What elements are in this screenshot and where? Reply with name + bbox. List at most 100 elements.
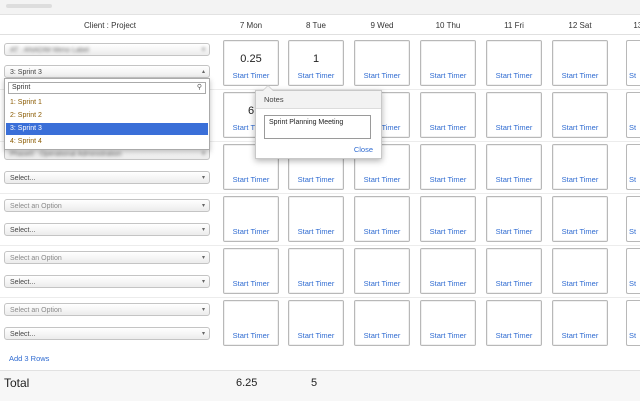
chevron-down-icon: ▾ — [201, 175, 205, 181]
task-select[interactable]: Select... ▾ — [4, 275, 210, 288]
start-timer-link[interactable]: St — [629, 71, 636, 80]
total-tue: 5 — [311, 377, 318, 389]
start-timer-link[interactable]: Start Timer — [224, 71, 278, 80]
sprint-search-input[interactable]: Sprint ⚲ — [8, 82, 206, 94]
time-cell[interactable]: Start Timer — [354, 40, 410, 86]
time-cell[interactable]: 1 Start Timer — [288, 40, 344, 86]
time-cell[interactable]: Start Timer — [354, 248, 410, 294]
task-select[interactable]: 3: Sprint 3 ▴ — [4, 65, 210, 78]
time-cell-sun[interactable]: St — [626, 144, 640, 190]
time-cell[interactable]: Start Timer — [486, 196, 542, 242]
start-timer-link[interactable]: Start Timer — [553, 331, 607, 340]
start-timer-link[interactable]: Start Timer — [355, 71, 409, 80]
start-timer-link[interactable]: Start Timer — [553, 123, 607, 132]
header-divider — [0, 34, 640, 35]
client-project-select[interactable]: Select an Option ▾ — [4, 251, 210, 264]
start-timer-link[interactable]: Start Timer — [421, 71, 475, 80]
start-timer-link[interactable]: Start Timer — [487, 71, 541, 80]
time-cell[interactable]: Start Timer — [223, 248, 279, 294]
start-timer-link[interactable]: Start Timer — [224, 279, 278, 288]
time-cell-sun[interactable]: St — [626, 248, 640, 294]
start-timer-link[interactable]: Start Timer — [421, 279, 475, 288]
time-cell[interactable]: Start Timer — [420, 196, 476, 242]
sprint-option[interactable]: 3: Sprint 3 — [6, 123, 208, 135]
start-timer-link[interactable]: Start Timer — [487, 123, 541, 132]
time-cell[interactable]: Start Timer — [288, 300, 344, 346]
time-cell[interactable]: Start Timer — [354, 196, 410, 242]
time-cell[interactable]: Start Timer — [552, 196, 608, 242]
time-cell-sun[interactable]: St — [626, 92, 640, 138]
start-timer-link[interactable]: St — [629, 175, 636, 184]
time-cell[interactable]: Start Timer — [420, 248, 476, 294]
start-timer-link[interactable]: Start Timer — [487, 227, 541, 236]
row-separator — [0, 297, 640, 298]
client-project-select[interactable]: Select an Option ▾ — [4, 199, 210, 212]
time-cell[interactable]: Start Timer — [486, 300, 542, 346]
chevron-down-icon: ▾ — [201, 47, 205, 53]
start-timer-link[interactable]: Start Timer — [224, 227, 278, 236]
task-value: Select... — [10, 331, 36, 338]
time-cell-sun[interactable]: St — [626, 196, 640, 242]
start-timer-link[interactable]: Start Timer — [421, 175, 475, 184]
start-timer-link[interactable]: Start Timer — [289, 71, 343, 80]
start-timer-link[interactable]: Start Timer — [289, 279, 343, 288]
notes-textarea[interactable]: Sprint Planning Meeting — [264, 115, 371, 139]
start-timer-link[interactable]: Start Timer — [355, 175, 409, 184]
time-cell[interactable]: Start Timer — [223, 196, 279, 242]
chevron-down-icon: ▾ — [201, 255, 205, 261]
time-cell[interactable]: Start Timer — [420, 92, 476, 138]
time-cell-sun[interactable]: St — [626, 40, 640, 86]
day-header: 10 Thu — [435, 21, 461, 30]
start-timer-link[interactable]: St — [629, 279, 636, 288]
time-cell[interactable]: Start Timer — [288, 248, 344, 294]
task-select[interactable]: Select... ▾ — [4, 327, 210, 340]
start-timer-link[interactable]: Start Timer — [553, 175, 607, 184]
start-timer-link[interactable]: St — [629, 123, 636, 132]
time-cell[interactable]: Start Timer — [486, 144, 542, 190]
start-timer-link[interactable]: Start Timer — [421, 227, 475, 236]
add-rows-link[interactable]: Add 3 Rows — [9, 354, 49, 363]
start-timer-link[interactable]: Start Timer — [289, 175, 343, 184]
start-timer-link[interactable]: Start Timer — [553, 227, 607, 236]
start-timer-link[interactable]: Start Timer — [355, 279, 409, 288]
notes-close-link[interactable]: Close — [354, 145, 373, 154]
client-project-select[interactable]: Select an Option ▾ — [4, 303, 210, 316]
sprint-option[interactable]: 1: Sprint 1 — [6, 97, 208, 109]
client-project-select[interactable]: AT : ANADIM Mimo Label ▾ — [4, 43, 210, 56]
start-timer-link[interactable]: Start Timer — [355, 227, 409, 236]
time-cell[interactable]: Start Timer — [420, 300, 476, 346]
sprint-option[interactable]: 4: Sprint 4 — [6, 136, 208, 148]
start-timer-link[interactable]: Start Timer — [421, 123, 475, 132]
task-select[interactable]: Select... ▾ — [4, 171, 210, 184]
time-cell[interactable]: Start Timer — [486, 92, 542, 138]
sprint-option[interactable]: 2: Sprint 2 — [6, 110, 208, 122]
time-cell[interactable]: Start Timer — [552, 300, 608, 346]
start-timer-link[interactable]: Start Timer — [487, 175, 541, 184]
time-cell[interactable]: Start Timer — [552, 248, 608, 294]
start-timer-link[interactable]: Start Timer — [421, 331, 475, 340]
time-cell[interactable]: Start Timer — [288, 196, 344, 242]
task-select[interactable]: Select... ▾ — [4, 223, 210, 236]
time-cell[interactable]: Start Timer — [420, 144, 476, 190]
start-timer-link[interactable]: Start Timer — [224, 331, 278, 340]
time-cell-sun[interactable]: St — [626, 300, 640, 346]
start-timer-link[interactable]: St — [629, 331, 636, 340]
start-timer-link[interactable]: Start Timer — [487, 331, 541, 340]
start-timer-link[interactable]: St — [629, 227, 636, 236]
start-timer-link[interactable]: Start Timer — [487, 279, 541, 288]
time-cell[interactable]: Start Timer — [552, 40, 608, 86]
time-cell[interactable]: Start Timer — [223, 300, 279, 346]
time-cell[interactable]: Start Timer — [552, 92, 608, 138]
time-cell[interactable]: Start Timer — [552, 144, 608, 190]
start-timer-link[interactable]: Start Timer — [553, 279, 607, 288]
start-timer-link[interactable]: Start Timer — [289, 227, 343, 236]
start-timer-link[interactable]: Start Timer — [224, 175, 278, 184]
start-timer-link[interactable]: Start Timer — [553, 71, 607, 80]
time-cell[interactable]: 0.25 Start Timer — [223, 40, 279, 86]
start-timer-link[interactable]: Start Timer — [355, 331, 409, 340]
time-cell[interactable]: Start Timer — [420, 40, 476, 86]
time-cell[interactable]: Start Timer — [486, 248, 542, 294]
start-timer-link[interactable]: Start Timer — [289, 331, 343, 340]
time-cell[interactable]: Start Timer — [354, 300, 410, 346]
time-cell[interactable]: Start Timer — [486, 40, 542, 86]
